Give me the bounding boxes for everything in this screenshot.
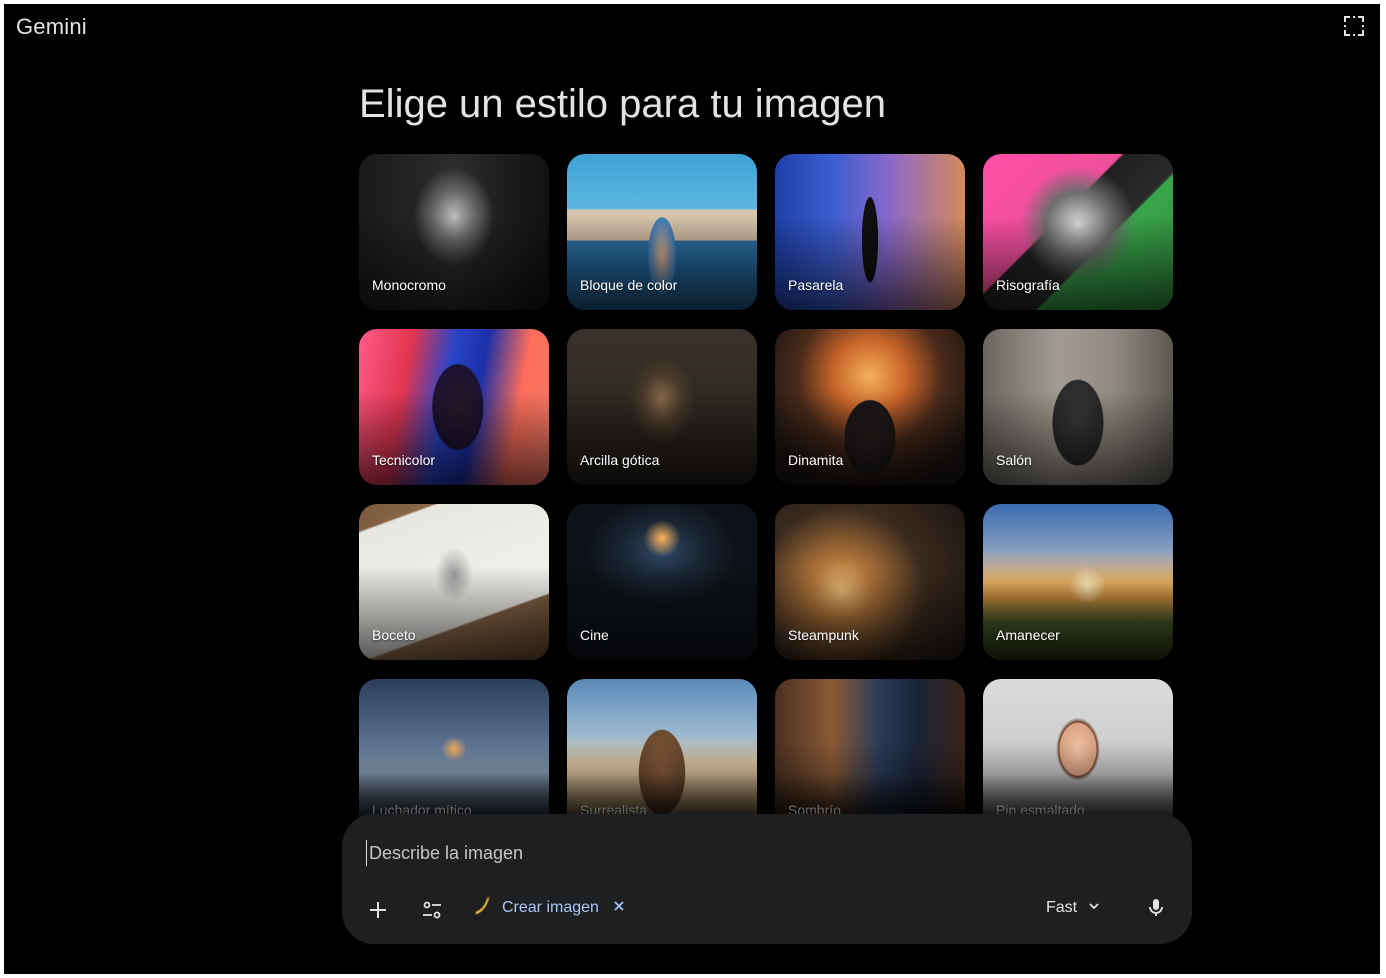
app-title: Gemini — [16, 14, 87, 39]
style-card-pasarela[interactable]: Pasarela — [775, 154, 965, 310]
style-label: Dinamita — [788, 452, 844, 468]
plus-icon[interactable] — [360, 892, 396, 928]
style-label: Cine — [580, 627, 609, 643]
style-grid: Monocromo Bloque de color Pasarela Risog… — [359, 154, 1175, 818]
style-label: Arcilla gótica — [580, 452, 660, 468]
style-label: Amanecer — [996, 627, 1060, 643]
chip-label: Crear imagen — [502, 899, 599, 916]
chevron-down-icon — [1087, 899, 1101, 918]
close-icon[interactable] — [613, 899, 625, 917]
style-label: Pasarela — [788, 277, 844, 293]
app-window: Gemini Elige un estilo para tu imagen Mo… — [4, 4, 1380, 974]
style-label: Steampunk — [788, 627, 859, 643]
microphone-icon[interactable] — [1138, 890, 1174, 926]
model-label: Fast — [1046, 899, 1078, 916]
style-label: Tecnicolor — [372, 452, 436, 468]
style-card-arcilla-gotica[interactable]: Arcilla gótica — [567, 329, 757, 485]
style-card-dinamita[interactable]: Dinamita — [775, 329, 965, 485]
style-card-bloque-de-color[interactable]: Bloque de color — [567, 154, 757, 310]
style-label: Risografía — [996, 277, 1060, 293]
style-card-steampunk[interactable]: Steampunk — [775, 504, 965, 660]
page-title: Elige un estilo para tu imagen — [359, 82, 886, 126]
style-card-risografia[interactable]: Risografía — [983, 154, 1173, 310]
style-card-cine[interactable]: Cine — [567, 504, 757, 660]
prompt-composer: Crear imagen Fast — [342, 814, 1192, 944]
style-card-monocromo[interactable]: Monocromo — [359, 154, 549, 310]
style-card-boceto[interactable]: Boceto — [359, 504, 549, 660]
create-image-chip[interactable]: Crear imagen — [470, 892, 625, 924]
style-card-luchador-mitico[interactable]: Luchador mítico — [359, 679, 549, 818]
style-card-tecnicolor[interactable]: Tecnicolor — [359, 329, 549, 485]
banana-icon — [470, 894, 494, 923]
prompt-input[interactable] — [366, 840, 1021, 866]
style-card-salon[interactable]: Salón — [983, 329, 1173, 485]
style-card-sombrio[interactable]: Sombrío — [775, 679, 965, 818]
style-card-amanecer[interactable]: Amanecer — [983, 504, 1173, 660]
selection-frame-icon[interactable] — [1342, 14, 1366, 38]
style-card-surrealista[interactable]: Surrealista — [567, 679, 757, 818]
style-label: Boceto — [372, 627, 416, 643]
style-label: Salón — [996, 452, 1032, 468]
tools-icon[interactable] — [414, 892, 450, 928]
style-card-pin-esmaltado[interactable]: Pin esmaltado — [983, 679, 1173, 818]
model-selector[interactable]: Fast — [1046, 896, 1101, 920]
style-label: Monocromo — [372, 277, 446, 293]
style-label: Bloque de color — [580, 277, 678, 293]
